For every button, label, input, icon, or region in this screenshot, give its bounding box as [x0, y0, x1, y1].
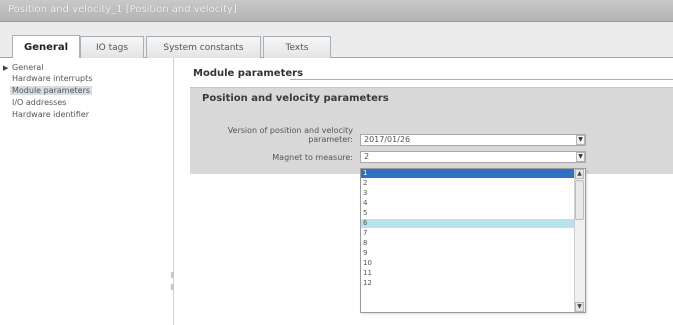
nav-item-hardware-identifier[interactable]: Hardware identifier: [12, 110, 89, 119]
dropdown-option[interactable]: 2: [361, 179, 574, 188]
window-titlebar: Position and velocity_1 [Position and ve…: [0, 0, 673, 22]
version-label: Version of position and velocity paramet…: [227, 126, 353, 144]
dropdown-option[interactable]: 10: [361, 259, 574, 268]
dropdown-option[interactable]: 9: [361, 249, 574, 258]
magnet-label: Magnet to measure:: [272, 153, 353, 162]
section-divider: [290, 79, 673, 80]
nav-item-module-parameters[interactable]: Module parameters: [10, 86, 93, 95]
version-select[interactable]: 2017/01/26: [360, 134, 586, 146]
splitter-handle[interactable]: [171, 284, 174, 290]
tab-general[interactable]: General: [12, 35, 80, 58]
nav-item-io-addresses[interactable]: I/O addresses: [12, 98, 66, 107]
dropdown-option[interactable]: 6: [361, 219, 574, 228]
dropdown-option[interactable]: 4: [361, 199, 574, 208]
chevron-down-icon[interactable]: ▼: [576, 135, 585, 145]
group-title: Position and velocity parameters: [202, 93, 389, 104]
dropdown-option[interactable]: 8: [361, 239, 574, 248]
magnet-select[interactable]: 2: [360, 151, 586, 163]
nav-item-hardware-interrupts[interactable]: Hardware interrupts: [12, 74, 92, 83]
chevron-down-icon[interactable]: ▼: [576, 152, 585, 162]
dropdown-option[interactable]: 12: [361, 279, 574, 288]
expand-arrow-icon[interactable]: ▶: [3, 64, 8, 72]
dropdown-option[interactable]: 1: [361, 169, 574, 178]
tab-io-tags[interactable]: IO tags: [80, 36, 144, 58]
nav-item-general[interactable]: General: [12, 63, 44, 72]
dropdown-option[interactable]: 5: [361, 209, 574, 218]
scroll-down-icon[interactable]: ▼: [575, 302, 584, 312]
section-title: Module parameters: [193, 68, 304, 79]
scrollbar-thumb[interactable]: [575, 180, 584, 220]
splitter-handle[interactable]: [171, 272, 174, 278]
scroll-up-icon[interactable]: ▲: [575, 169, 584, 179]
tab-texts[interactable]: Texts: [263, 36, 331, 58]
dropdown-option[interactable]: 7: [361, 229, 574, 238]
window-title: Position and velocity_1 [Position and ve…: [8, 4, 237, 15]
dropdown-option[interactable]: 11: [361, 269, 574, 278]
tab-system-constants[interactable]: System constants: [146, 36, 261, 58]
dropdown-option[interactable]: 3: [361, 189, 574, 198]
